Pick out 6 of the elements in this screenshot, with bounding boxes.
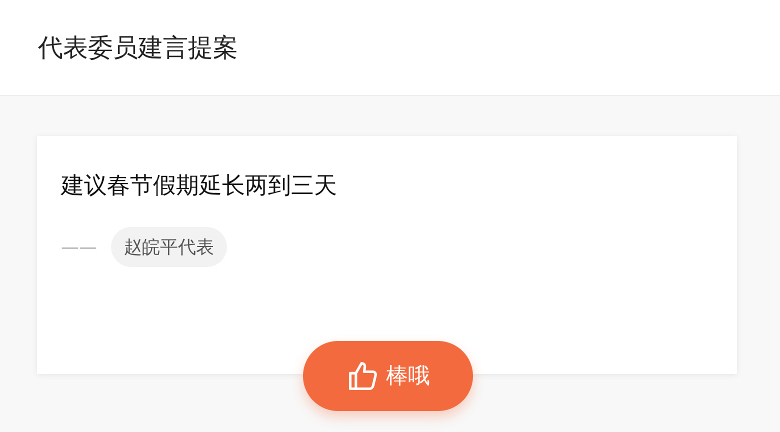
author-dash: —— xyxy=(61,236,97,258)
thumbs-up-icon xyxy=(346,359,380,393)
like-button[interactable]: 棒哦 xyxy=(303,341,473,411)
author-tag: 赵皖平代表 xyxy=(111,227,227,267)
proposal-title: 建议春节假期延长两到三天 xyxy=(61,172,338,201)
page-title: 代表委员建言提案 xyxy=(38,32,238,64)
